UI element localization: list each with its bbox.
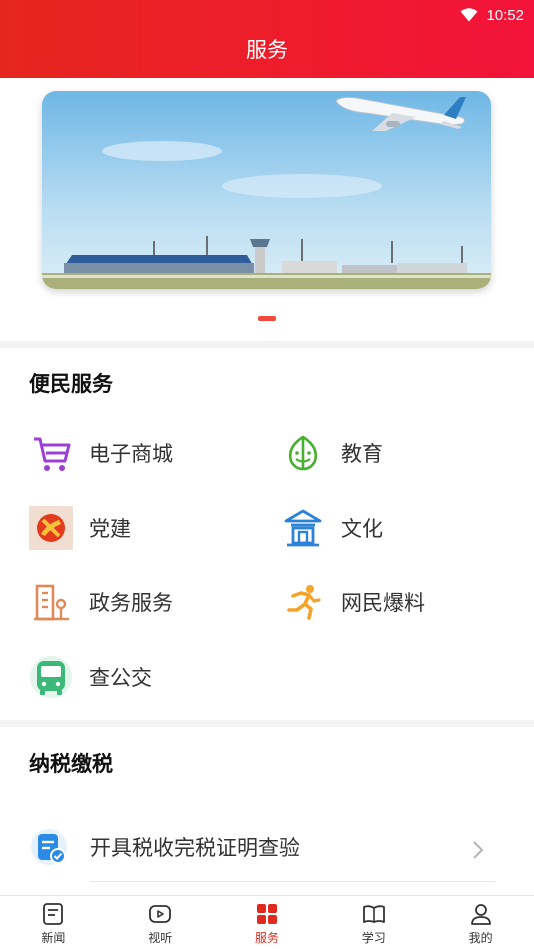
service-party[interactable]: 党建	[29, 506, 131, 550]
tab-label: 服务	[254, 931, 279, 945]
government-building-icon	[29, 580, 73, 624]
wifi-icon	[460, 8, 478, 22]
tab-profile[interactable]: 我的	[427, 896, 534, 949]
tab-news[interactable]: 新闻	[0, 896, 107, 949]
tab-label: 新闻	[41, 931, 66, 945]
service-mall[interactable]: 电子商城	[29, 431, 173, 475]
bottom-tab-bar: 新闻 视听 服务 学习 我的	[0, 895, 534, 949]
service-government[interactable]: 政务服务	[29, 580, 173, 624]
banner-carousel[interactable]	[42, 91, 491, 289]
shopping-cart-icon	[29, 431, 73, 475]
tab-services[interactable]: 服务	[214, 896, 321, 949]
service-label: 文化	[341, 517, 383, 541]
service-label: 电子商城	[89, 442, 173, 466]
row-divider	[90, 881, 495, 882]
service-culture[interactable]: 文化	[281, 506, 383, 550]
status-bar: 10:52	[460, 4, 524, 26]
pavilion-icon	[281, 506, 325, 550]
carousel-indicator[interactable]	[258, 316, 276, 321]
service-label: 党建	[89, 517, 131, 541]
status-time: 10:52	[486, 6, 524, 24]
news-icon	[43, 903, 64, 925]
running-person-icon	[281, 580, 325, 624]
section-divider	[0, 341, 534, 348]
tab-label: 我的	[468, 931, 493, 945]
service-label: 网民爆料	[341, 591, 425, 615]
book-icon	[362, 905, 385, 923]
service-bus[interactable]: 查公交	[29, 655, 152, 699]
tab-video[interactable]: 视听	[107, 896, 214, 949]
tab-study[interactable]: 学习	[320, 896, 427, 949]
service-label: 教育	[341, 442, 383, 466]
leaf-smile-icon	[281, 431, 325, 475]
service-label: 查公交	[89, 666, 152, 690]
tab-label: 视听	[148, 931, 173, 945]
tax-item-label: 开具税收完税证明查验	[90, 836, 300, 860]
page-title: 服务	[246, 38, 288, 62]
banner-airport-image	[42, 91, 491, 289]
bus-icon	[29, 655, 73, 699]
services-icon	[256, 904, 277, 924]
party-emblem-icon	[29, 506, 73, 550]
tax-certificate-icon	[30, 826, 68, 865]
service-label: 政务服务	[89, 591, 173, 615]
tax-certificate-row[interactable]: 开具税收完税证明查验	[0, 820, 534, 882]
chevron-right-icon	[473, 841, 484, 859]
tab-label: 学习	[361, 931, 386, 945]
profile-icon	[470, 904, 491, 925]
video-icon	[149, 905, 172, 923]
section-title-convenience: 便民服务	[29, 372, 113, 396]
app-header: 10:52 服务	[0, 0, 534, 78]
service-report[interactable]: 网民爆料	[281, 580, 425, 624]
section-divider	[0, 720, 534, 727]
section-title-tax: 纳税缴税	[29, 752, 113, 776]
service-education[interactable]: 教育	[281, 431, 383, 475]
